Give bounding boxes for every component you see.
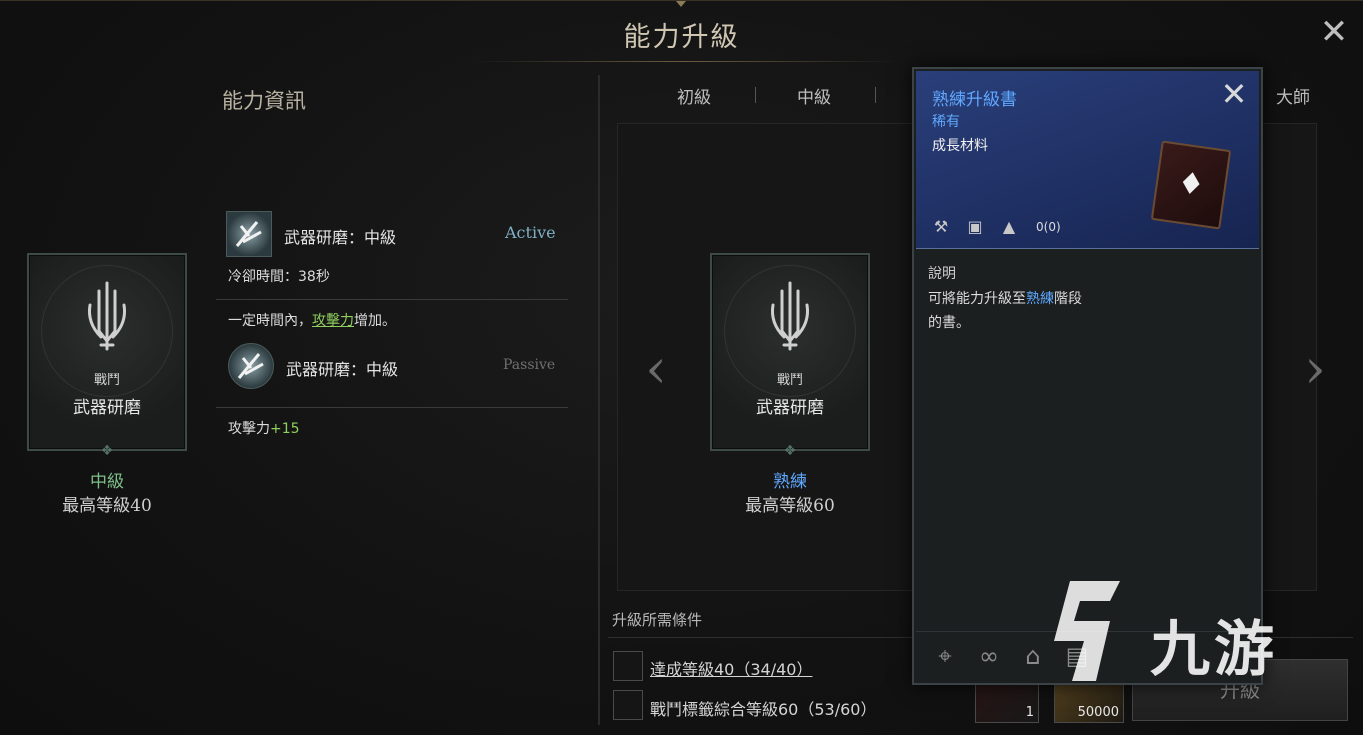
current-skill-card: 戰鬥 武器研磨 ❖ (27, 253, 187, 458)
book-emblem-icon: ♦ (1175, 165, 1207, 204)
link-icon[interactable]: ∞ (974, 641, 1004, 671)
stat-value: +15 (270, 421, 300, 437)
next-tier: 熟練 (773, 472, 807, 492)
anvil-icon: ⚒ (933, 217, 949, 236)
tooltip-description: 可將能力升級至熟練階段 的書。 (928, 287, 1082, 335)
tooltip-count: 0(0) (1036, 220, 1061, 234)
tooltip-rarity: 稀有 (932, 114, 960, 130)
close-icon[interactable]: ✕ (1319, 15, 1349, 49)
requirement-checkbox (613, 651, 643, 681)
bank-icon[interactable]: ⌂ (1018, 641, 1048, 671)
requirements-title: 升級所需條件 (612, 611, 703, 629)
tooltip-header: 熟練升級書 稀有 成長材料 ✕ ♦ ⚒ ▣ ▲ 0(0) (916, 71, 1259, 249)
title-ornament (676, 1, 686, 9)
requirement-level[interactable]: 達成等級40（34/40） (650, 656, 812, 680)
effect-text: 一定時間內，攻擊力增加。 (228, 310, 396, 330)
tooltip-item-name: 熟練升級書 (932, 90, 1017, 110)
chest-icon: ▣ (967, 217, 983, 236)
tab-beginner[interactable]: 初級 (677, 83, 711, 108)
next-arrow-icon[interactable]: › (1297, 342, 1333, 396)
passive-skill-title: 武器研磨：中級 (286, 360, 399, 379)
card-category: 戰鬥 (776, 373, 803, 388)
upgrade-window: 能力升級 ✕ 能力資訊 戰鬥 武器研磨 ❖ 中級 最高等級40 武器研磨：中級 … (0, 0, 1363, 735)
current-max-level: 最高等級40 (62, 496, 152, 516)
divider (216, 299, 568, 300)
cost-gold-amount: 50000 (1077, 705, 1119, 720)
upgrade-book-icon: ♦ (1150, 140, 1232, 230)
panel-separator (598, 75, 600, 725)
divider (216, 407, 568, 408)
card-skill-name: 武器研磨 (73, 398, 141, 418)
sword-emblem-icon (771, 281, 809, 351)
prev-arrow-icon[interactable]: ‹ (638, 342, 674, 396)
tooltip-footer-divider (916, 631, 1259, 632)
tooltip-item-type: 成長材料 (932, 138, 988, 154)
blade-spark-icon (237, 353, 264, 379)
tab-master[interactable]: 大師 (1276, 83, 1310, 108)
tooltip-desc-label: 說明 (928, 266, 956, 282)
effect-suffix: 增加。 (354, 313, 396, 329)
tab-intermediate[interactable]: 中級 (797, 83, 831, 108)
title-divider (470, 61, 900, 62)
item-tooltip: 熟練升級書 稀有 成長材料 ✕ ♦ ⚒ ▣ ▲ 0(0) 說明 可將能力升級至熟… (912, 67, 1263, 685)
effect-prefix: 一定時間內， (228, 313, 312, 329)
desc-line2: 的書。 (928, 315, 970, 331)
requirement-tag-level: 戰鬥標籤綜合等級60（53/60） (650, 700, 877, 719)
tooltip-close-icon[interactable]: ✕ (1219, 78, 1249, 110)
sword-emblem-icon (88, 281, 126, 351)
card-skill-name: 武器研磨 (756, 398, 824, 418)
active-skill-icon (226, 211, 272, 257)
stat-bonus: 攻擊力+15 (228, 418, 300, 438)
desc-prefix: 可將能力升級至 (928, 291, 1026, 307)
cooldown-text: 冷卻時間：38秒 (228, 269, 330, 285)
active-tag: Active (505, 223, 556, 242)
title-bar: 能力升級 (0, 1, 1363, 63)
stat-name: 攻擊力 (228, 421, 270, 437)
requirement-checkbox (613, 690, 643, 720)
card-knot-ornament: ❖ (783, 443, 797, 459)
tab-separator (755, 87, 756, 103)
ability-info-heading: 能力資訊 (222, 89, 306, 113)
weight-icon: ▲ (1002, 217, 1016, 236)
card-category: 戰鬥 (93, 373, 120, 388)
locate-icon[interactable]: ⌖ (930, 641, 960, 671)
next-skill-card: 戰鬥 武器研磨 ❖ (710, 253, 870, 458)
active-skill-title: 武器研磨：中級 (284, 228, 397, 247)
desc-suffix: 階段 (1054, 291, 1082, 307)
attack-keyword-link[interactable]: 攻擊力 (312, 313, 354, 329)
blade-spark-icon (235, 221, 262, 247)
next-max-level: 最高等級60 (745, 496, 835, 516)
passive-skill-icon (228, 343, 274, 389)
current-tier: 中級 (90, 472, 124, 492)
cost-book-count: 1 (1025, 705, 1034, 720)
desc-keyword: 熟練 (1026, 291, 1054, 307)
card-knot-ornament: ❖ (100, 443, 114, 459)
window-title: 能力升級 (623, 22, 740, 53)
tab-separator (875, 87, 876, 103)
market-icon[interactable]: ▤ (1062, 641, 1092, 671)
passive-tag: Passive (503, 357, 556, 373)
